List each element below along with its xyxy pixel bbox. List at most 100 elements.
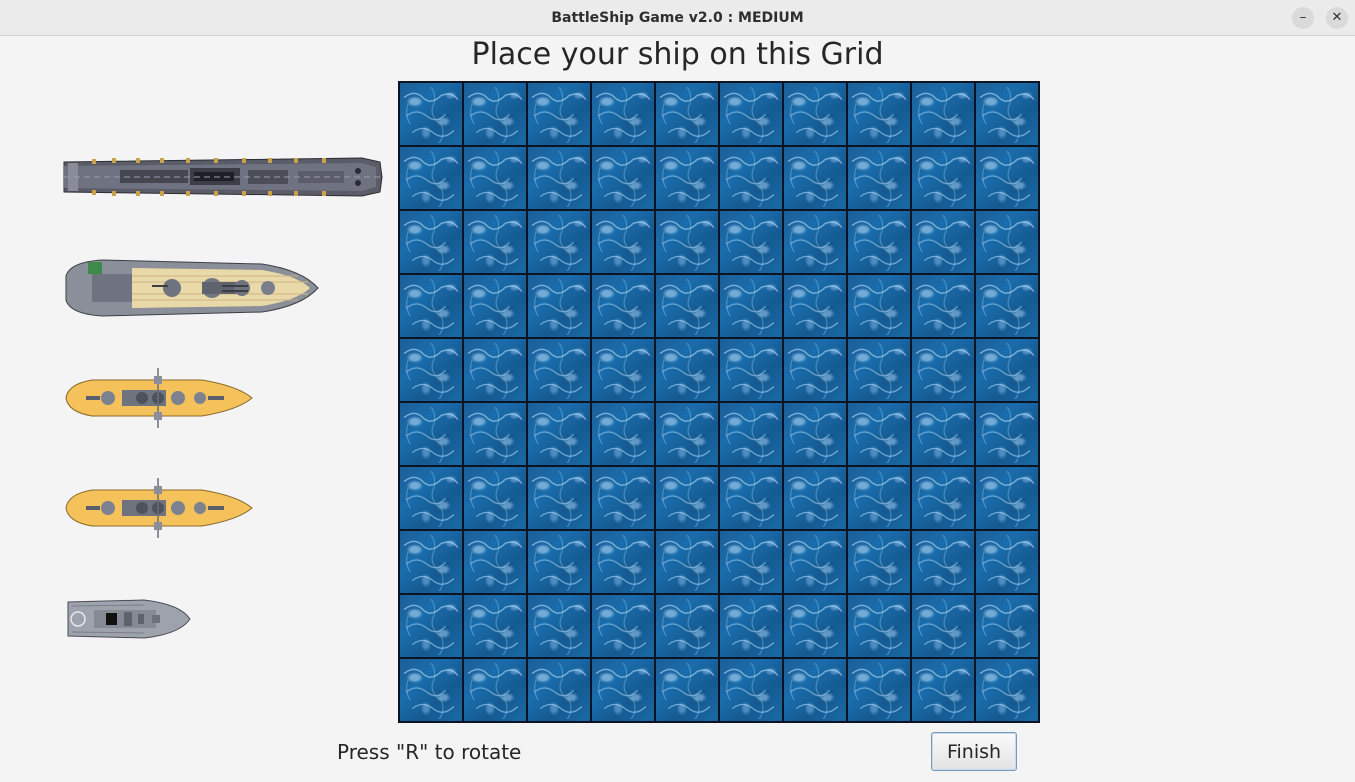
- grid-cell-r2-c6[interactable]: [720, 147, 782, 209]
- grid-cell-r10-c2[interactable]: [464, 659, 526, 721]
- grid-cell-r6-c10[interactable]: [976, 403, 1038, 465]
- grid-cell-r5-c4[interactable]: [592, 339, 654, 401]
- grid-cell-r1-c3[interactable]: [528, 83, 590, 145]
- grid-cell-r3-c7[interactable]: [784, 211, 846, 273]
- grid-cell-r9-c6[interactable]: [720, 595, 782, 657]
- grid-cell-r9-c3[interactable]: [528, 595, 590, 657]
- grid-cell-r8-c9[interactable]: [912, 531, 974, 593]
- grid-cell-r3-c6[interactable]: [720, 211, 782, 273]
- grid-cell-r7-c2[interactable]: [464, 467, 526, 529]
- grid-cell-r9-c7[interactable]: [784, 595, 846, 657]
- grid-cell-r10-c7[interactable]: [784, 659, 846, 721]
- grid-cell-r4-c4[interactable]: [592, 275, 654, 337]
- grid-cell-r4-c10[interactable]: [976, 275, 1038, 337]
- grid-cell-r7-c9[interactable]: [912, 467, 974, 529]
- grid-cell-r3-c9[interactable]: [912, 211, 974, 273]
- grid-cell-r9-c4[interactable]: [592, 595, 654, 657]
- cruiser-icon[interactable]: [62, 368, 254, 428]
- grid-cell-r5-c6[interactable]: [720, 339, 782, 401]
- patrol-boat-icon[interactable]: [64, 596, 192, 642]
- aircraft-carrier-icon[interactable]: [62, 146, 384, 208]
- grid-cell-r8-c10[interactable]: [976, 531, 1038, 593]
- grid-cell-r5-c2[interactable]: [464, 339, 526, 401]
- grid-cell-r10-c3[interactable]: [528, 659, 590, 721]
- grid-cell-r6-c5[interactable]: [656, 403, 718, 465]
- grid-cell-r4-c7[interactable]: [784, 275, 846, 337]
- grid-cell-r7-c8[interactable]: [848, 467, 910, 529]
- grid-cell-r7-c1[interactable]: [400, 467, 462, 529]
- grid-cell-r5-c8[interactable]: [848, 339, 910, 401]
- minimize-button[interactable]: –: [1292, 7, 1314, 29]
- grid-cell-r3-c4[interactable]: [592, 211, 654, 273]
- grid-cell-r2-c4[interactable]: [592, 147, 654, 209]
- grid-cell-r6-c8[interactable]: [848, 403, 910, 465]
- grid-cell-r2-c7[interactable]: [784, 147, 846, 209]
- grid-cell-r5-c3[interactable]: [528, 339, 590, 401]
- grid-cell-r2-c10[interactable]: [976, 147, 1038, 209]
- grid-cell-r5-c9[interactable]: [912, 339, 974, 401]
- grid-cell-r10-c4[interactable]: [592, 659, 654, 721]
- grid-cell-r10-c5[interactable]: [656, 659, 718, 721]
- grid-cell-r3-c5[interactable]: [656, 211, 718, 273]
- grid-cell-r10-c8[interactable]: [848, 659, 910, 721]
- grid-cell-r3-c2[interactable]: [464, 211, 526, 273]
- grid-cell-r1-c4[interactable]: [592, 83, 654, 145]
- grid-cell-r6-c2[interactable]: [464, 403, 526, 465]
- close-button[interactable]: ✕: [1326, 7, 1348, 29]
- grid-cell-r10-c1[interactable]: [400, 659, 462, 721]
- grid-cell-r10-c9[interactable]: [912, 659, 974, 721]
- grid-cell-r2-c3[interactable]: [528, 147, 590, 209]
- grid-cell-r5-c7[interactable]: [784, 339, 846, 401]
- grid-cell-r2-c1[interactable]: [400, 147, 462, 209]
- grid-cell-r6-c1[interactable]: [400, 403, 462, 465]
- battleship-icon[interactable]: [62, 256, 320, 320]
- grid-cell-r5-c10[interactable]: [976, 339, 1038, 401]
- grid-cell-r7-c5[interactable]: [656, 467, 718, 529]
- grid-cell-r5-c5[interactable]: [656, 339, 718, 401]
- grid-cell-r6-c7[interactable]: [784, 403, 846, 465]
- grid-cell-r7-c6[interactable]: [720, 467, 782, 529]
- grid-cell-r3-c3[interactable]: [528, 211, 590, 273]
- grid-cell-r8-c2[interactable]: [464, 531, 526, 593]
- grid-cell-r1-c10[interactable]: [976, 83, 1038, 145]
- grid-cell-r8-c4[interactable]: [592, 531, 654, 593]
- grid-cell-r8-c6[interactable]: [720, 531, 782, 593]
- grid-cell-r4-c5[interactable]: [656, 275, 718, 337]
- grid-cell-r4-c3[interactable]: [528, 275, 590, 337]
- grid-cell-r1-c6[interactable]: [720, 83, 782, 145]
- grid-cell-r3-c1[interactable]: [400, 211, 462, 273]
- grid-cell-r1-c7[interactable]: [784, 83, 846, 145]
- grid-cell-r8-c8[interactable]: [848, 531, 910, 593]
- grid-cell-r6-c6[interactable]: [720, 403, 782, 465]
- grid-cell-r2-c5[interactable]: [656, 147, 718, 209]
- grid-cell-r2-c9[interactable]: [912, 147, 974, 209]
- grid-cell-r6-c9[interactable]: [912, 403, 974, 465]
- finish-button[interactable]: Finish: [931, 732, 1017, 771]
- grid-cell-r8-c5[interactable]: [656, 531, 718, 593]
- grid-cell-r10-c10[interactable]: [976, 659, 1038, 721]
- grid-cell-r3-c10[interactable]: [976, 211, 1038, 273]
- grid-cell-r9-c1[interactable]: [400, 595, 462, 657]
- grid-cell-r4-c8[interactable]: [848, 275, 910, 337]
- grid-cell-r1-c8[interactable]: [848, 83, 910, 145]
- grid-cell-r4-c6[interactable]: [720, 275, 782, 337]
- grid-cell-r6-c3[interactable]: [528, 403, 590, 465]
- grid-cell-r7-c7[interactable]: [784, 467, 846, 529]
- grid-cell-r8-c7[interactable]: [784, 531, 846, 593]
- grid-cell-r8-c1[interactable]: [400, 531, 462, 593]
- grid-cell-r9-c2[interactable]: [464, 595, 526, 657]
- grid-cell-r1-c9[interactable]: [912, 83, 974, 145]
- grid-cell-r4-c1[interactable]: [400, 275, 462, 337]
- grid-cell-r10-c6[interactable]: [720, 659, 782, 721]
- placement-grid[interactable]: [398, 81, 1040, 723]
- grid-cell-r9-c9[interactable]: [912, 595, 974, 657]
- grid-cell-r4-c9[interactable]: [912, 275, 974, 337]
- grid-cell-r9-c5[interactable]: [656, 595, 718, 657]
- grid-cell-r4-c2[interactable]: [464, 275, 526, 337]
- grid-cell-r2-c8[interactable]: [848, 147, 910, 209]
- grid-cell-r2-c2[interactable]: [464, 147, 526, 209]
- grid-cell-r5-c1[interactable]: [400, 339, 462, 401]
- grid-cell-r7-c3[interactable]: [528, 467, 590, 529]
- grid-cell-r8-c3[interactable]: [528, 531, 590, 593]
- grid-cell-r7-c4[interactable]: [592, 467, 654, 529]
